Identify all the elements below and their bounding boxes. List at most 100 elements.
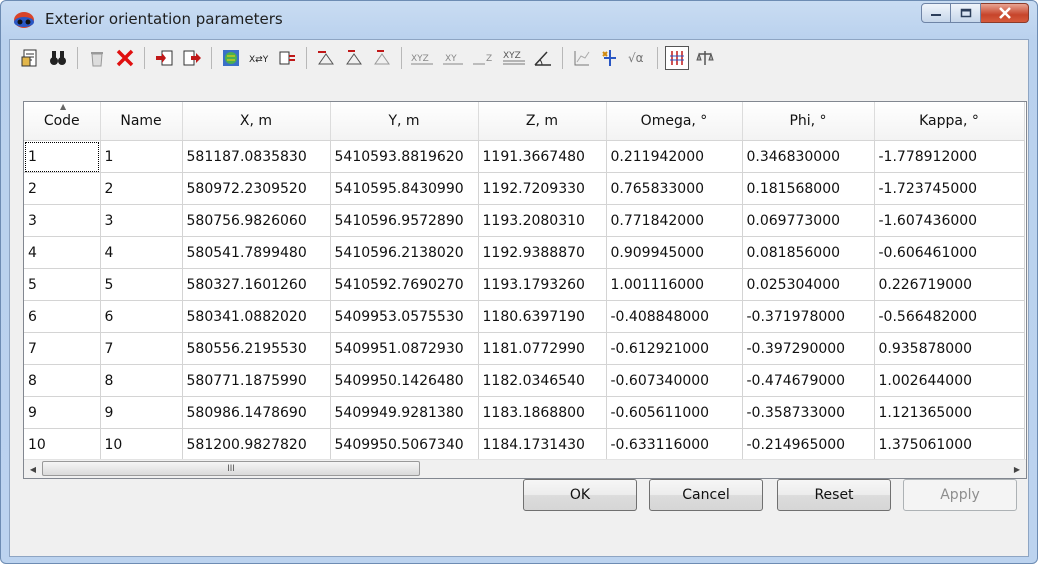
balance-icon[interactable]	[693, 46, 717, 70]
table-cell[interactable]: 5410595.8430990	[330, 172, 479, 205]
ok-button[interactable]: OK	[523, 479, 637, 511]
table-cell[interactable]: 0.081856000	[742, 236, 875, 269]
apply-button[interactable]: Apply	[903, 479, 1017, 511]
table-cell[interactable]: 1	[24, 140, 101, 173]
table-row[interactable]: 8 8 580771.1875990 5409950.1426480 1182.0346…	[24, 364, 1025, 397]
delete-red-x-icon[interactable]	[113, 46, 137, 70]
sqrt-alpha-icon[interactable]: √α	[626, 46, 650, 70]
table-cell[interactable]: 0.765833000	[606, 172, 743, 205]
binoculars-icon[interactable]	[46, 46, 70, 70]
table-cell[interactable]: 5	[24, 268, 101, 301]
delete-icon[interactable]	[85, 46, 109, 70]
table-cell[interactable]: 0.211942000	[606, 140, 743, 173]
table-cell[interactable]: 5409951.0872930	[330, 332, 479, 365]
table-cell[interactable]: 6	[100, 300, 183, 333]
column-header[interactable]: Name	[100, 102, 183, 141]
table-cell[interactable]: 0.025304000	[742, 268, 875, 301]
minimize-button[interactable]	[921, 3, 951, 23]
table-row[interactable]: 9 9 580986.1478690 5409949.9281380 1183.1868…	[24, 396, 1025, 429]
xy-icon[interactable]: XY	[441, 46, 467, 70]
table-row[interactable]: 6 6 580341.0882020 5409953.0575530 1180.6397…	[24, 300, 1025, 333]
table-cell[interactable]: 8	[100, 364, 183, 397]
table-cell[interactable]: 5410596.9572890	[330, 204, 479, 237]
table-cell[interactable]: 4	[24, 236, 101, 269]
table-cell[interactable]: 5409953.0575530	[330, 300, 479, 333]
table-cell[interactable]: 1180.6397190	[478, 300, 607, 333]
table-cell[interactable]: 1184.1731430	[478, 428, 607, 461]
table-cell[interactable]: 1193.2080310	[478, 204, 607, 237]
table-cell[interactable]: 1183.1868800	[478, 396, 607, 429]
table-cell[interactable]: 580341.0882020	[182, 300, 331, 333]
table-cell[interactable]: 580556.2195530	[182, 332, 331, 365]
xyz-grid-icon[interactable]: XYZ	[501, 46, 527, 70]
reset-button[interactable]: Reset	[777, 479, 891, 511]
horizontal-scrollbar[interactable]: ◀ III ▶	[24, 459, 1026, 478]
column-header[interactable]: Phi, °	[742, 102, 875, 141]
table-row[interactable]: 2 2 580972.2309520 5410595.8430990 1192.7209…	[24, 172, 1025, 205]
table-cell[interactable]: -0.397290000	[742, 332, 875, 365]
table-cell[interactable]: 3	[100, 204, 183, 237]
table-cell[interactable]: 1.002644000	[874, 364, 1025, 397]
table-cell[interactable]: 0.346830000	[742, 140, 875, 173]
table-cell[interactable]: 1.001116000	[606, 268, 743, 301]
z-icon[interactable]: Z	[471, 46, 497, 70]
table-cell[interactable]: -0.214965000	[742, 428, 875, 461]
table-cell[interactable]: 9	[100, 396, 183, 429]
table-cell[interactable]: 580986.1478690	[182, 396, 331, 429]
table-cell[interactable]: 10	[24, 428, 101, 461]
table-row[interactable]: 5 5 580327.1601260 5410592.7690270 1193.1793…	[24, 268, 1025, 301]
title-bar[interactable]: Exterior orientation parameters	[1, 1, 1037, 39]
compute-icon-3[interactable]	[370, 46, 394, 70]
table-cell[interactable]: 0.771842000	[606, 204, 743, 237]
table-cell[interactable]: -1.723745000	[874, 172, 1025, 205]
table-row[interactable]: 1 1 581187.0835830 5410593.8819620 1191.3667…	[24, 140, 1025, 173]
table-cell[interactable]: 5410596.2138020	[330, 236, 479, 269]
table-cell[interactable]: 1192.7209330	[478, 172, 607, 205]
scroll-left-icon[interactable]: ◀	[24, 460, 42, 478]
table-cell[interactable]: 1191.3667480	[478, 140, 607, 173]
table-cell[interactable]: 0.181568000	[742, 172, 875, 205]
column-header[interactable]: Z, m	[478, 102, 607, 141]
table-cell[interactable]: 580756.9826060	[182, 204, 331, 237]
table-cell[interactable]: 581187.0835830	[182, 140, 331, 173]
column-header[interactable]: Omega, °	[606, 102, 743, 141]
table-cell[interactable]: -0.371978000	[742, 300, 875, 333]
column-header[interactable]: Y, m	[330, 102, 479, 141]
table-cell[interactable]: 1182.0346540	[478, 364, 607, 397]
table-row[interactable]: 4 4 580541.7899480 5410596.2138020 1192.9388…	[24, 236, 1025, 269]
table-cell[interactable]: 0.909945000	[606, 236, 743, 269]
table-cell[interactable]: -0.607340000	[606, 364, 743, 397]
axis-icon[interactable]	[598, 46, 622, 70]
table-cell[interactable]: 3	[24, 204, 101, 237]
xyz-icon[interactable]: XYZ	[409, 46, 437, 70]
table-cell[interactable]: 580972.2309520	[182, 172, 331, 205]
table-cell[interactable]: 7	[24, 332, 101, 365]
chart-icon[interactable]	[570, 46, 594, 70]
close-button[interactable]	[981, 3, 1029, 23]
table-cell[interactable]: 0.226719000	[874, 268, 1025, 301]
compute-icon-2[interactable]	[342, 46, 366, 70]
table-cell[interactable]: 5410593.8819620	[330, 140, 479, 173]
compute-icon[interactable]	[314, 46, 338, 70]
swap-xy-icon[interactable]: X⇄Y	[247, 46, 271, 70]
table-cell[interactable]: -0.612921000	[606, 332, 743, 365]
scroll-right-icon[interactable]: ▶	[1008, 460, 1026, 478]
export-icon[interactable]	[180, 46, 204, 70]
table-cell[interactable]: 5	[100, 268, 183, 301]
table-cell[interactable]: 1.121365000	[874, 396, 1025, 429]
table-row[interactable]: 10 10 581200.9827820 5409950.5067340 1184.17…	[24, 428, 1025, 461]
columns-toggle-icon[interactable]	[665, 46, 689, 70]
table-cell[interactable]: 5409950.5067340	[330, 428, 479, 461]
table-cell[interactable]: 7	[100, 332, 183, 365]
table-cell[interactable]: 5409949.9281380	[330, 396, 479, 429]
table-row[interactable]: 3 3 580756.9826060 5410596.9572890 1193.2080…	[24, 204, 1025, 237]
table-cell[interactable]: 1	[100, 140, 183, 173]
table-cell[interactable]: 1.375061000	[874, 428, 1025, 461]
table-cell[interactable]: 580771.1875990	[182, 364, 331, 397]
table-cell[interactable]: 5410592.7690270	[330, 268, 479, 301]
cancel-button[interactable]: Cancel	[649, 479, 763, 511]
table-cell[interactable]: 0.069773000	[742, 204, 875, 237]
table-cell[interactable]: -0.566482000	[874, 300, 1025, 333]
table-cell[interactable]: 2	[100, 172, 183, 205]
table-cell[interactable]: 2	[24, 172, 101, 205]
